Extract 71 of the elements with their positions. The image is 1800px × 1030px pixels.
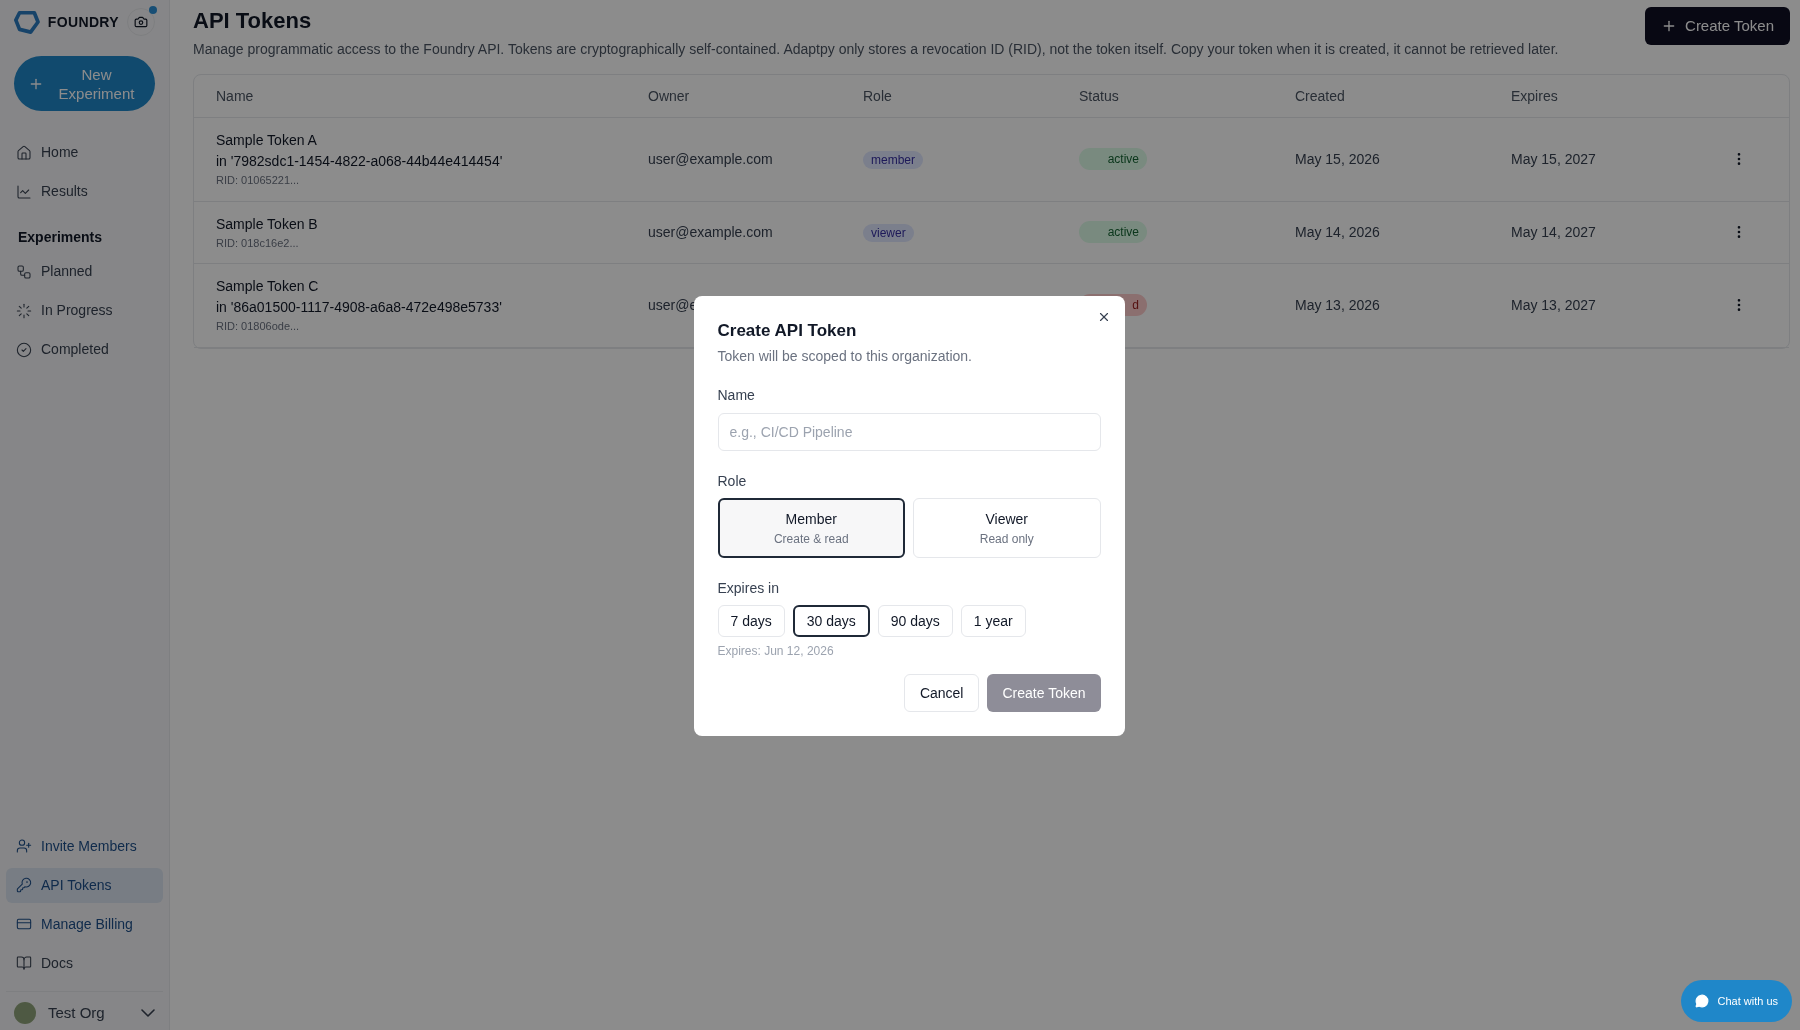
field-label: Role: [717, 472, 748, 492]
sidebar-item[interactable]: API Tokens: [6, 867, 163, 903]
chevron-down-icon: [141, 1008, 155, 1017]
sidebar-item[interactable]: Completed: [6, 332, 163, 367]
role-option[interactable]: Viewer Read only: [913, 498, 1101, 559]
cancel-button[interactable]: Cancel: [903, 674, 980, 713]
column-header: Name: [216, 86, 255, 106]
card-icon: [16, 916, 32, 932]
new-experiment-button[interactable]: New Experiment: [14, 56, 155, 111]
key-icon: [16, 877, 32, 893]
expires-cell-text: May 14, 2027: [1511, 222, 1597, 242]
section-heading: Experiments: [17, 228, 104, 247]
brand-name: FOUNDRY: [47, 12, 119, 32]
sidebar-item[interactable]: Planned: [6, 254, 163, 289]
sidebar-item[interactable]: Invite Members: [6, 828, 163, 864]
org-switcher[interactable]: Test Org: [48, 1001, 155, 1024]
chart-icon: [16, 183, 32, 200]
name-field[interactable]: e.g., CI/CD Pipeline: [717, 413, 1101, 452]
sidebar-item[interactable]: Manage Billing: [6, 906, 163, 942]
field-label: Name: [717, 386, 756, 406]
home-icon: [16, 144, 32, 161]
check-circle-icon: [16, 341, 32, 358]
field-label: Expires in: [717, 579, 780, 599]
expires-cell-text: May 15, 2027: [1511, 149, 1597, 169]
expires-cell-text: May 13, 2027: [1511, 295, 1597, 315]
page-title: API Tokens: [193, 7, 313, 35]
dialog-title: Create API Token: [717, 319, 858, 342]
owner-cell-text: user@example.com: [648, 149, 773, 169]
token-rid: RID: 01065221...: [216, 173, 301, 188]
token-rid: RID: 018c16e2...: [216, 235, 300, 251]
created-cell-text: May 13, 2026: [1295, 295, 1381, 315]
user-plus-icon: [16, 838, 32, 854]
column-header: Expires: [1511, 86, 1559, 106]
created-cell-text: May 14, 2026: [1295, 222, 1381, 242]
role-option[interactable]: Member Create & read: [717, 498, 905, 559]
sidebar-item[interactable]: Docs: [6, 945, 163, 981]
page-description: Manage programmatic access to the Foundry API. Tokens are cryptographically self-contained. Adaptpy only stores a revocation ID (RID), not the token itself. Copy your token when it is created, it cannot be retrieved later.: [193, 40, 1559, 59]
expiry-option[interactable]: 90 days: [877, 605, 953, 638]
sidebar-item[interactable]: Results: [6, 174, 163, 209]
book-icon: [16, 955, 32, 971]
token-scope: in '86a01500-1117-4908-a6a8-472e498e5733': [216, 298, 503, 317]
chat-bubble-icon: [1695, 994, 1710, 1008]
column-header: Created: [1295, 86, 1346, 106]
column-header: Role: [863, 86, 893, 106]
chat-button[interactable]: Chat with us: [1681, 980, 1792, 1022]
token-name: Sample Token C: [216, 277, 320, 296]
sidebar-item[interactable]: Home: [6, 135, 163, 170]
token-name: Sample Token B: [216, 214, 319, 234]
token-scope: in '7982sdc1-1454-4822-a068-44b44e414454': [216, 152, 504, 171]
workflow-icon: [16, 263, 32, 280]
spinner-icon: [16, 302, 32, 319]
role-tag: member: [863, 151, 923, 170]
expiry-note: Expires: Jun 12, 2026: [717, 643, 835, 661]
column-header: Owner: [648, 86, 691, 106]
status-tag: active: [1079, 221, 1147, 244]
sidebar-item[interactable]: In Progress: [6, 293, 163, 328]
dialog-subtitle: Token will be scoped to this organization.: [717, 347, 973, 367]
column-header: Status: [1079, 86, 1120, 106]
org-avatar: [14, 1001, 36, 1024]
token-name: Sample Token A: [216, 131, 318, 150]
token-rid: RID: 01806ode...: [216, 319, 301, 334]
expiry-option[interactable]: 1 year: [960, 605, 1026, 638]
camera-icon: [134, 15, 148, 29]
logo-icon: [14, 8, 40, 36]
status-tag: active: [1079, 148, 1147, 171]
expiry-option[interactable]: 7 days: [717, 605, 785, 638]
created-cell-text: May 15, 2026: [1295, 149, 1381, 169]
role-tag: viewer: [863, 224, 914, 243]
create-token-button[interactable]: Create Token: [1645, 7, 1790, 45]
expiry-option[interactable]: 30 days: [792, 605, 870, 638]
owner-cell-text: user@example.com: [648, 222, 773, 242]
